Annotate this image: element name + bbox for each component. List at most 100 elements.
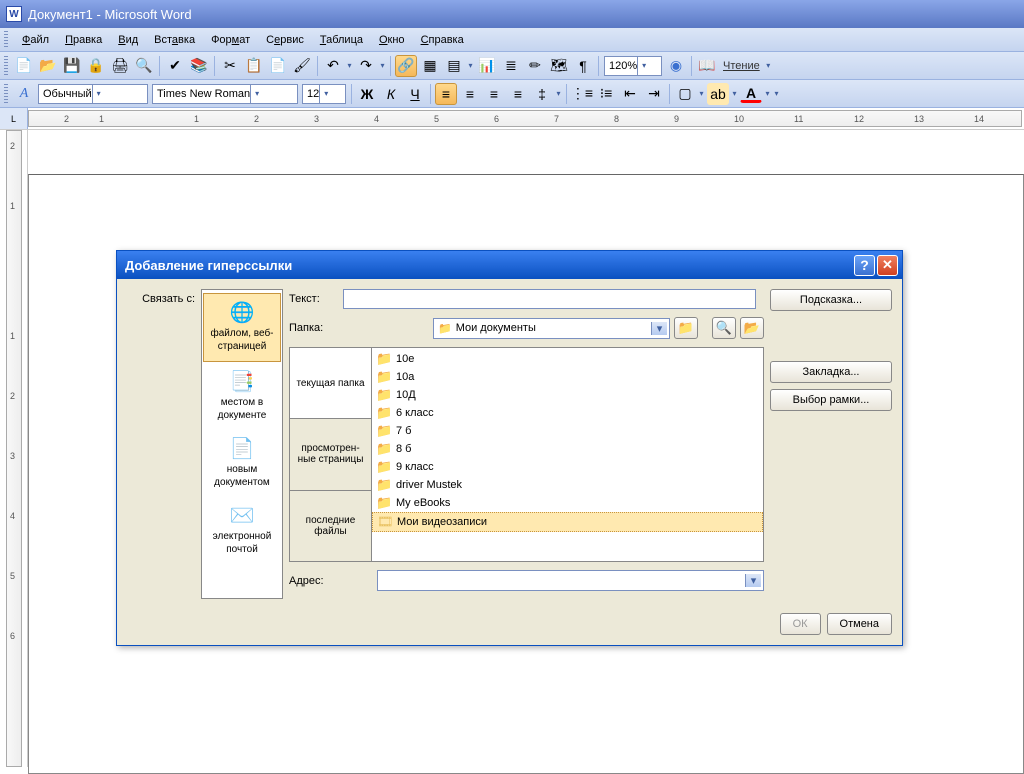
research-icon[interactable]: 📚	[188, 55, 210, 77]
bold-icon[interactable]: Ж	[356, 83, 378, 105]
list-item[interactable]: 📁6 класс	[372, 404, 763, 422]
browse-web-button[interactable]: 🔍	[712, 317, 736, 339]
list-item[interactable]: 📁10Д	[372, 386, 763, 404]
menu-help[interactable]: Справка	[413, 32, 472, 48]
list-item[interactable]: 📁7 б	[372, 422, 763, 440]
print-preview-icon[interactable]: 🔍	[133, 55, 155, 77]
bookmark-button[interactable]: Закладка...	[770, 361, 892, 383]
toolbar-grip[interactable]	[4, 56, 8, 76]
borders-icon[interactable]: ▢	[674, 83, 696, 105]
highlight-dropdown[interactable]: ▾	[730, 89, 739, 98]
paste-icon[interactable]: 📄	[267, 55, 289, 77]
dialog-help-button[interactable]: ?	[854, 255, 875, 276]
dialog-close-button[interactable]: ✕	[877, 255, 898, 276]
excel-icon[interactable]: 📊	[476, 55, 498, 77]
align-justify-icon[interactable]: ≡	[507, 83, 529, 105]
tab-current-folder[interactable]: текущая папка	[290, 348, 371, 419]
menu-insert[interactable]: Вставка	[146, 32, 203, 48]
drawing-icon[interactable]: ✏	[524, 55, 546, 77]
table-dropdown[interactable]: ▾	[466, 61, 475, 70]
toolbar-options[interactable]: ▾	[764, 61, 773, 70]
help-icon[interactable]: ◉	[665, 55, 687, 77]
menu-window[interactable]: Окно	[371, 32, 413, 48]
cancel-button[interactable]: Отмена	[827, 613, 892, 635]
list-item[interactable]: 📁10а	[372, 368, 763, 386]
align-left-icon[interactable]: ≡	[435, 83, 457, 105]
dialog-titlebar[interactable]: Добавление гиперссылки ? ✕	[117, 251, 902, 279]
print-icon[interactable]: 🖨	[109, 55, 131, 77]
styles-pane-icon[interactable]: A	[13, 83, 35, 105]
address-dropdown[interactable]: ▾	[745, 574, 761, 587]
list-item[interactable]: 📁9 класс	[372, 458, 763, 476]
insert-table-icon[interactable]: ▤	[443, 55, 465, 77]
bullet-list-icon[interactable]: ⁝≡	[595, 83, 617, 105]
tables-borders-icon[interactable]: ▦	[419, 55, 441, 77]
screentip-button[interactable]: Подсказка...	[770, 289, 892, 311]
indent-icon[interactable]: ⇥	[643, 83, 665, 105]
permission-icon[interactable]: 🔒	[85, 55, 107, 77]
link-to-email[interactable]: ✉️ электронной почтой	[202, 497, 282, 564]
line-spacing-icon[interactable]: ‡	[531, 83, 553, 105]
outdent-icon[interactable]: ⇤	[619, 83, 641, 105]
copy-icon[interactable]: 📋	[243, 55, 265, 77]
open-icon[interactable]: 📂	[37, 55, 59, 77]
link-to-new-doc[interactable]: 📄 новым документом	[202, 430, 282, 497]
font-combo[interactable]: Times New Roman	[152, 84, 298, 104]
size-combo[interactable]: 12	[302, 84, 346, 104]
toolbar-grip[interactable]	[4, 31, 8, 49]
display-text-input[interactable]	[343, 289, 756, 309]
show-marks-icon[interactable]: ¶	[572, 55, 594, 77]
read-mode-icon[interactable]: 📖	[696, 55, 718, 77]
folder-dropdown[interactable]: ▾	[651, 322, 667, 335]
italic-icon[interactable]: К	[380, 83, 402, 105]
tab-recent-files[interactable]: последние файлы	[290, 491, 371, 561]
menu-format[interactable]: Формат	[203, 32, 258, 48]
look-in-combo[interactable]: 📁 Мои документы ▾	[433, 318, 670, 339]
align-center-icon[interactable]: ≡	[459, 83, 481, 105]
tab-browsed-pages[interactable]: просмотрен-ные страницы	[290, 419, 371, 490]
menu-table[interactable]: Таблица	[312, 32, 371, 48]
target-frame-button[interactable]: Выбор рамки...	[770, 389, 892, 411]
font-color-icon[interactable]: A	[740, 84, 762, 103]
up-folder-button[interactable]: 📁	[674, 317, 698, 339]
align-right-icon[interactable]: ≡	[483, 83, 505, 105]
format-painter-icon[interactable]: 🖌	[291, 55, 313, 77]
hyperlink-icon[interactable]: 🔗	[395, 55, 417, 77]
list-item[interactable]: 📁10е	[372, 350, 763, 368]
toolbar-grip[interactable]	[4, 84, 8, 104]
address-combo[interactable]: ▾	[377, 570, 764, 591]
link-to-file-web[interactable]: 🌐 файлом, веб-страницей	[203, 293, 281, 362]
columns-icon[interactable]: ≣	[500, 55, 522, 77]
redo-dropdown[interactable]: ▾	[378, 61, 387, 70]
browse-file-button[interactable]: 📂	[740, 317, 764, 339]
numbered-list-icon[interactable]: ⋮≡	[571, 83, 593, 105]
cut-icon[interactable]: ✂	[219, 55, 241, 77]
file-list[interactable]: 📁10е 📁10а 📁10Д 📁6 класс 📁7 б 📁8 б 📁9 кла…	[371, 347, 764, 562]
font-dropdown[interactable]	[250, 85, 263, 103]
spell-check-icon[interactable]: ✔	[164, 55, 186, 77]
undo-dropdown[interactable]: ▾	[345, 61, 354, 70]
read-mode-label[interactable]: Чтение	[719, 60, 764, 72]
menu-view[interactable]: Вид	[110, 32, 146, 48]
horizontal-ruler[interactable]: 2 1 1 2 3 4 5 6 7 8 9 10 11 12 13 14 15	[28, 110, 1022, 127]
underline-icon[interactable]: Ч	[404, 83, 426, 105]
menu-file[interactable]: Файл	[14, 32, 57, 48]
ok-button[interactable]: ОК	[780, 613, 821, 635]
zoom-dropdown[interactable]	[637, 57, 650, 75]
color-dropdown[interactable]: ▾	[763, 89, 772, 98]
borders-dropdown[interactable]: ▾	[697, 89, 706, 98]
spacing-dropdown[interactable]: ▾	[554, 89, 563, 98]
list-item[interactable]: 📁My eBooks	[372, 494, 763, 512]
list-item[interactable]: 📁8 б	[372, 440, 763, 458]
save-icon[interactable]: 💾	[61, 55, 83, 77]
redo-icon[interactable]: ↷	[355, 55, 377, 77]
style-combo[interactable]: Обычный	[38, 84, 148, 104]
zoom-combo[interactable]: 120%	[604, 56, 662, 76]
list-item[interactable]: 🎞Мои видеозаписи	[372, 512, 763, 532]
list-item[interactable]: 📁driver Mustek	[372, 476, 763, 494]
highlight-icon[interactable]: ab	[707, 83, 729, 105]
new-doc-icon[interactable]: 📄	[13, 55, 35, 77]
vertical-ruler[interactable]: 2 1 1 2 3 4 5 6	[0, 130, 28, 767]
toolbar-options[interactable]: ▾	[772, 89, 781, 98]
menu-edit[interactable]: Правка	[57, 32, 110, 48]
